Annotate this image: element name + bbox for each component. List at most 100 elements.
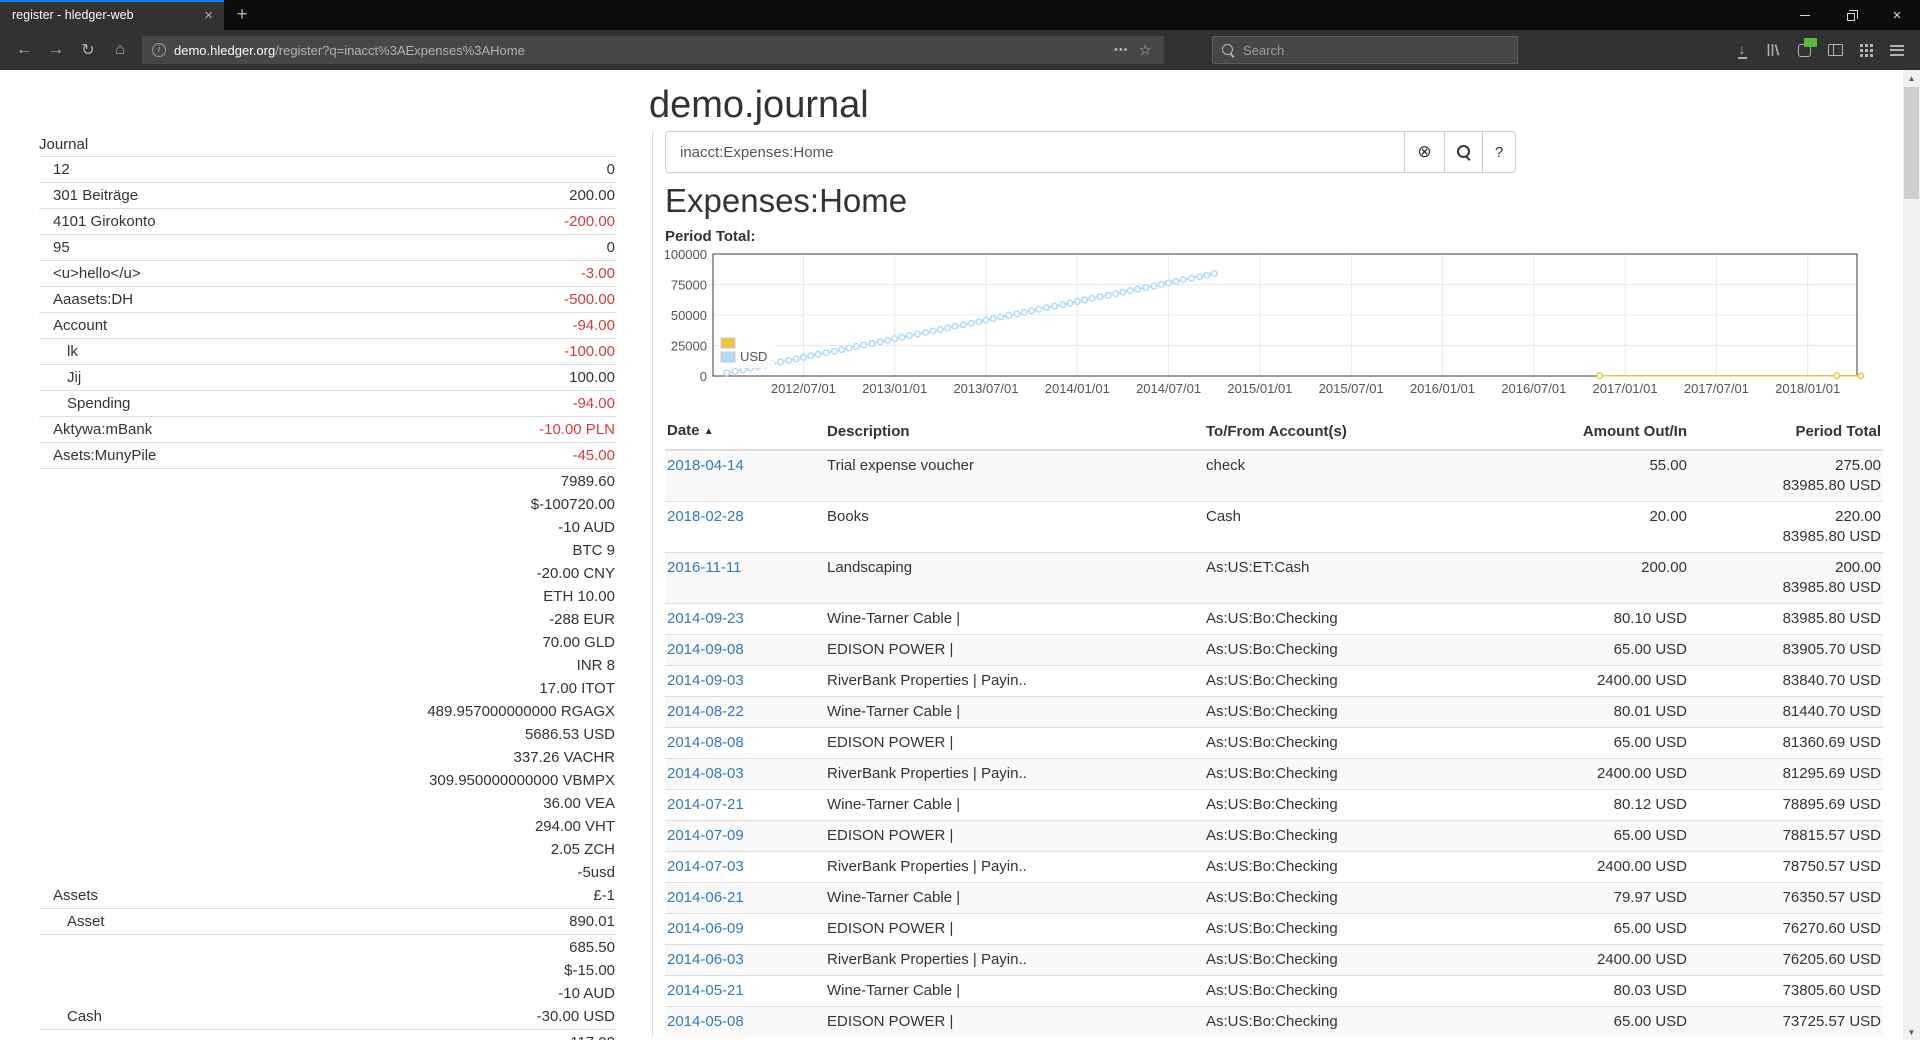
forward-button[interactable]: → — [40, 34, 72, 66]
extension-badge — [1804, 38, 1817, 47]
account-name-link[interactable]: 12 — [39, 157, 261, 183]
restore-button[interactable] — [1828, 0, 1874, 30]
account-balance: 0 — [261, 157, 617, 183]
account-name-link[interactable]: Asets:MunyPile — [39, 443, 261, 469]
site-info-icon[interactable]: i — [152, 43, 166, 57]
register-account: As:US:Bo:Checking — [1204, 821, 1494, 852]
back-button[interactable]: ← — [8, 34, 40, 66]
register-date-link[interactable]: 2014-06-21 — [667, 889, 744, 906]
register-amount: 65.00 USD — [1494, 914, 1689, 945]
register-date-link[interactable]: 2014-09-03 — [667, 672, 744, 689]
url-bar[interactable]: i demo.hledger.org/register?q=inacct%3AE… — [142, 36, 1164, 64]
register-date-link[interactable]: 2014-09-08 — [667, 641, 744, 658]
account-name-link[interactable]: lk — [39, 339, 261, 365]
balance-amount: 17.00 ITOT — [263, 677, 615, 700]
register-row: 2014-07-21 Wine-Tarner Cable | As:US:Bo:… — [665, 790, 1883, 821]
sidebar-journal-link[interactable]: Journal — [39, 136, 88, 153]
register-period-total: 73725.57 USD — [1689, 1007, 1883, 1038]
register-account: As:US:Bo:Checking — [1204, 1007, 1494, 1038]
register-date-link[interactable]: 2014-08-08 — [667, 734, 744, 751]
register-date-link[interactable]: 2014-07-03 — [667, 858, 744, 875]
clear-query-button[interactable]: ⊗ — [1404, 131, 1445, 173]
column-divider — [652, 131, 653, 1036]
register-row: 2014-06-09 EDISON POWER | As:US:Bo:Check… — [665, 914, 1883, 945]
home-button[interactable]: ⌂ — [104, 34, 136, 66]
register-date-link[interactable]: 2014-09-23 — [667, 610, 744, 627]
register-date-link[interactable]: 2014-08-22 — [667, 703, 744, 720]
register-date-link[interactable]: 2014-07-21 — [667, 796, 744, 813]
close-button[interactable]: × — [1874, 0, 1920, 30]
register-date-link[interactable]: 2014-06-03 — [667, 951, 744, 968]
register-date-link[interactable]: 2018-04-14 — [667, 457, 744, 474]
register-table: Date ▲ Description To/From Account(s) Am… — [665, 415, 1883, 1037]
balance-amount: -288 EUR — [263, 608, 615, 631]
register-row: 2014-07-03 RiverBank Properties | Payin.… — [665, 852, 1883, 883]
register-date-link[interactable]: 2018-02-28 — [667, 508, 744, 525]
hamburger-icon — [1890, 45, 1904, 56]
register-date-link[interactable]: 2014-06-09 — [667, 920, 744, 937]
balance-amount: $-15.00 — [263, 959, 615, 982]
bookmark-star-icon[interactable]: ☆ — [1137, 41, 1154, 59]
register-description: Wine-Tarner Cable | — [825, 604, 1204, 635]
query-input[interactable] — [665, 131, 1405, 173]
submit-search-button[interactable] — [1444, 131, 1483, 173]
register-amount: 65.00 USD — [1494, 728, 1689, 759]
register-account: As:US:Bo:Checking — [1204, 852, 1494, 883]
header-amount: Amount Out/In — [1494, 415, 1689, 450]
account-balance: -10.00 PLN — [261, 417, 617, 443]
register-date-link[interactable]: 2014-05-08 — [667, 1013, 744, 1030]
menu-button[interactable] — [1882, 35, 1912, 65]
account-name-link[interactable]: Aaasets:DH — [39, 287, 261, 313]
account-name-link[interactable]: Asset — [39, 909, 261, 935]
register-date-link[interactable]: 2014-08-03 — [667, 765, 744, 782]
page-scrollbar[interactable]: ▲ ▼ — [1903, 70, 1920, 1040]
register-description: Wine-Tarner Cable | — [825, 883, 1204, 914]
period-total-amount: 78895.69 USD — [1691, 795, 1881, 815]
account-name-link[interactable]: 301 Beiträge — [39, 183, 261, 209]
register-account: As:US:Bo:Checking — [1204, 790, 1494, 821]
sidebar-account-row: 301 Beiträge 200.00 — [39, 183, 617, 209]
library-button[interactable] — [1758, 35, 1788, 65]
register-date-link[interactable]: 2016-11-11 — [667, 559, 742, 576]
register-period-total: 81295.69 USD — [1689, 759, 1883, 790]
reload-button[interactable]: ↻ — [72, 34, 104, 66]
search-placeholder: Search — [1243, 43, 1284, 58]
balance-amount: -30.00 USD — [263, 1005, 615, 1028]
tab-close-icon[interactable]: × — [201, 8, 216, 23]
downloads-button[interactable]: ↓ — [1727, 35, 1757, 65]
account-balance: 890.01 — [261, 909, 617, 935]
apps-grid-button[interactable] — [1851, 35, 1881, 65]
account-name-link[interactable] — [39, 1030, 261, 1040]
account-name-link[interactable]: Account — [39, 313, 261, 339]
sidebar-toggle-button[interactable] — [1820, 35, 1850, 65]
new-tab-button[interactable]: + — [224, 0, 260, 30]
account-balance: -500.00 — [261, 287, 617, 313]
register-date-link[interactable]: 2014-05-21 — [667, 982, 744, 999]
search-help-button[interactable]: ? — [1482, 131, 1516, 173]
register-date-link[interactable]: 2014-07-09 — [667, 827, 744, 844]
register-period-total: 83905.70 USD — [1689, 635, 1883, 666]
minimize-button[interactable] — [1782, 0, 1828, 30]
header-date[interactable]: Date ▲ — [665, 415, 825, 450]
header-date-label: Date — [667, 422, 700, 439]
extension-button[interactable] — [1789, 35, 1819, 65]
tab-register-hledger-web[interactable]: register - hledger-web × — [0, 0, 224, 30]
account-name-link[interactable]: Aktywa:mBank — [39, 417, 261, 443]
account-name-link[interactable]: 95 — [39, 235, 261, 261]
page-actions-icon[interactable]: ••• — [1106, 44, 1137, 56]
register-description: EDISON POWER | — [825, 635, 1204, 666]
scroll-up-icon[interactable]: ▲ — [1903, 70, 1920, 86]
account-name-link[interactable]: Jij — [39, 365, 261, 391]
register-period-total: 275.0083985.80 USD — [1689, 450, 1883, 502]
account-name-link[interactable]: 4101 Girokonto — [39, 209, 261, 235]
balance-amount: BTC 9 — [263, 539, 615, 562]
tab-title: register - hledger-web — [12, 8, 201, 22]
navigation-toolbar: ← → ↻ ⌂ i demo.hledger.org/register?q=in… — [0, 30, 1920, 70]
scrollbar-thumb[interactable] — [1904, 87, 1919, 199]
account-name-link[interactable]: Spending — [39, 391, 261, 417]
account-name-link[interactable]: Assets — [39, 469, 261, 909]
account-name-link[interactable]: <u>hello</u> — [39, 261, 261, 287]
account-name-link[interactable]: Cash — [39, 935, 261, 1030]
scroll-down-icon[interactable]: ▼ — [1903, 1024, 1920, 1040]
browser-search-field[interactable]: Search — [1212, 36, 1518, 64]
